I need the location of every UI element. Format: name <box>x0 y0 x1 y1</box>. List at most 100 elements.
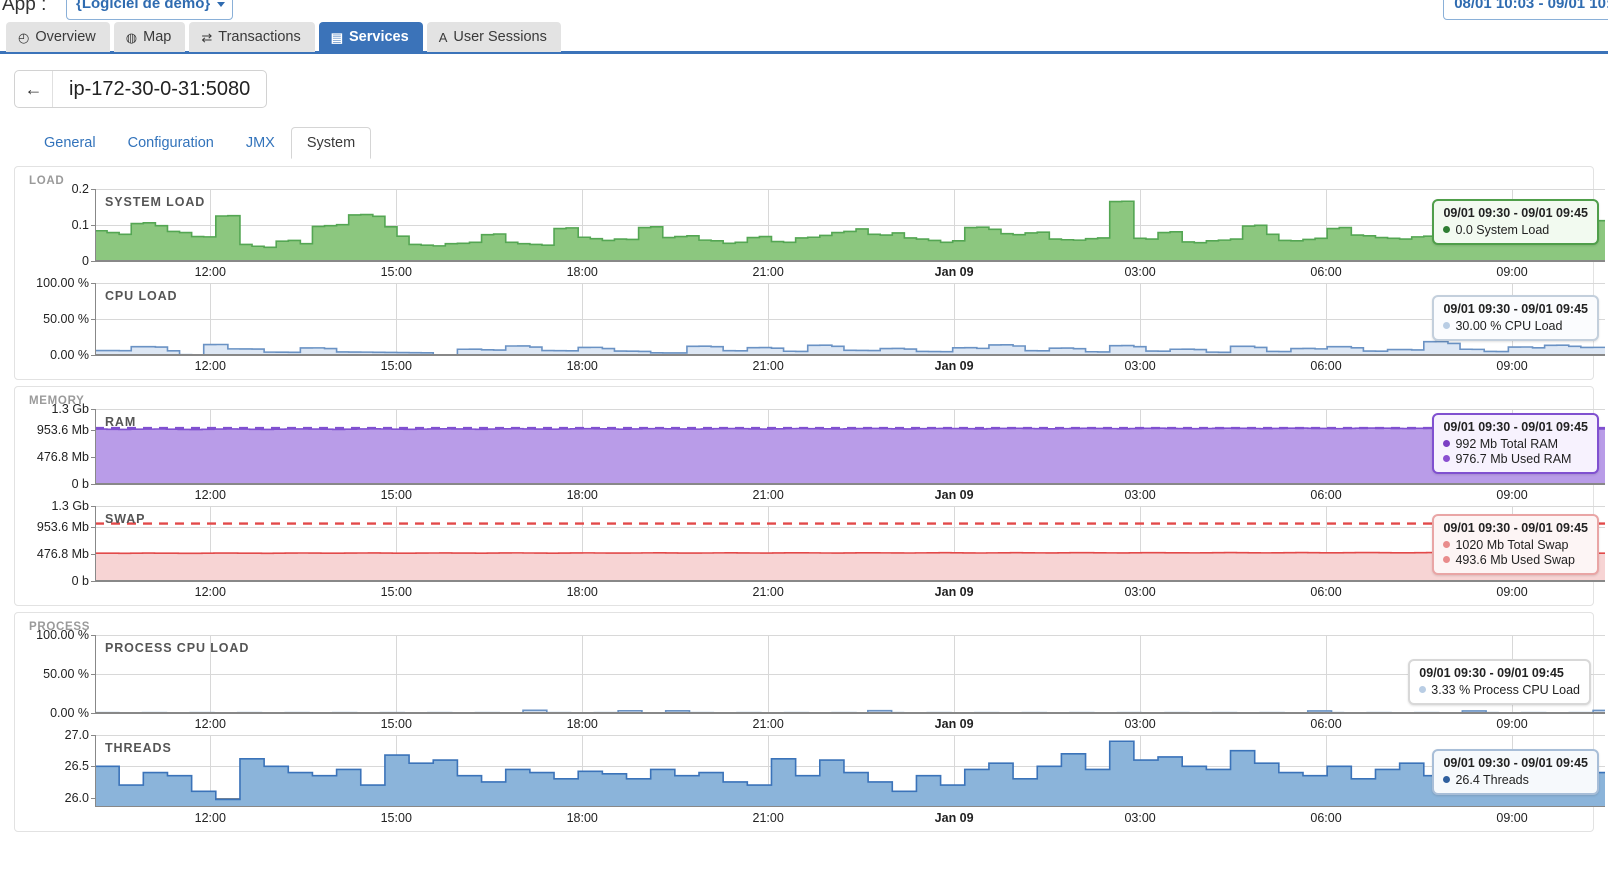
x-axis-tick-label: 21:00 <box>753 488 784 502</box>
legend-dot-icon <box>1443 440 1450 447</box>
legend-dot-icon <box>1443 226 1450 233</box>
chart-plot-area[interactable]: 100.00 %50.00 %0.00 %12:0015:0018:0021:0… <box>95 635 1605 713</box>
chart-plot-area[interactable]: 1.3 Gb953.6 Mb476.8 Mb0 b12:0015:0018:00… <box>95 409 1605 484</box>
date-range-value: 08/01 10:03 - 09/01 10: <box>1454 0 1608 12</box>
y-axis-tick-label: 0.2 <box>72 182 89 196</box>
gridline <box>95 484 1605 485</box>
tooltip-value: 3.33 % Process CPU Load <box>1431 683 1580 697</box>
tooltip-value: 493.6 Mb Used Swap <box>1455 553 1575 567</box>
tooltip-time-range: 09/01 09:30 - 09/01 09:45 <box>1443 756 1588 770</box>
tick-mark <box>91 713 96 714</box>
panel-title: MEMORY <box>15 395 1593 407</box>
chart-tooltip: 09/01 09:30 - 09/01 09:45992 Mb Total RA… <box>1432 413 1599 474</box>
chart-title: THREADS <box>105 741 172 755</box>
nav-tab-map[interactable]: ◍Map <box>114 22 186 52</box>
chart-plot-area[interactable]: 0.20.1012:0015:0018:0021:00Jan 0903:0006… <box>95 189 1605 261</box>
y-axis-tick-label: 1.3 Gb <box>51 499 89 513</box>
y-axis-tick-label: 1.3 Gb <box>51 402 89 416</box>
chart-plot-area[interactable]: 100.00 %50.00 %0.00 %12:0015:0018:0021:0… <box>95 283 1605 355</box>
x-axis-tick-label: 15:00 <box>381 265 412 279</box>
chart-plot-area[interactable]: 27.026.526.012:0015:0018:0021:00Jan 0903… <box>95 735 1605 807</box>
x-axis-tick-label: 09:00 <box>1496 717 1527 731</box>
chart-title: RAM <box>105 415 136 429</box>
chart-series <box>95 189 1605 261</box>
nav-tab-user-sessions[interactable]: AUser Sessions <box>427 22 561 52</box>
user-sessions-icon: A <box>439 23 448 53</box>
chart-tooltip: 09/01 09:30 - 09/01 09:4526.4 Threads <box>1432 749 1599 795</box>
x-axis-tick-label: 06:00 <box>1310 359 1341 373</box>
y-axis-line <box>95 283 96 355</box>
y-axis-tick-label: 476.8 Mb <box>37 450 89 464</box>
chart-process-cpu-load[interactable]: 100.00 %50.00 %0.00 %12:0015:0018:0021:0… <box>15 635 1593 735</box>
tooltip-row: 1020 Mb Total Swap <box>1443 537 1588 552</box>
x-axis-tick-label: Jan 09 <box>935 717 974 731</box>
x-axis-line <box>95 806 1605 807</box>
chart-tooltip: 09/01 09:30 - 09/01 09:450.0 System Load <box>1432 199 1599 245</box>
x-axis-line <box>95 260 1605 261</box>
main-nav-tabs: ◴Overview◍Map⇄Transactions▤ServicesAUser… <box>0 22 1608 54</box>
x-axis-line <box>95 483 1605 484</box>
tooltip-time-range: 09/01 09:30 - 09/01 09:45 <box>1443 302 1588 316</box>
panel-load: LOAD0.20.1012:0015:0018:0021:00Jan 0903:… <box>14 166 1594 380</box>
y-axis-tick-label: 0.1 <box>72 218 89 232</box>
date-range-picker[interactable]: 08/01 10:03 - 09/01 10: <box>1443 0 1608 20</box>
back-button[interactable]: ← <box>15 71 53 107</box>
subtab-jmx[interactable]: JMX <box>230 127 291 159</box>
app-selector-dropdown[interactable]: {Logiciel de demo} <box>66 0 233 20</box>
tooltip-time-range: 09/01 09:30 - 09/01 09:45 <box>1443 420 1588 434</box>
x-axis-tick-label: 03:00 <box>1124 359 1155 373</box>
x-axis-tick-label: 21:00 <box>753 717 784 731</box>
tooltip-row: 0.0 System Load <box>1443 222 1588 237</box>
y-axis-tick-label: 0.00 % <box>50 706 89 720</box>
service-name: ip-172-30-0-31:5080 <box>53 71 266 107</box>
tick-mark <box>91 484 96 485</box>
subtab-general[interactable]: General <box>28 127 112 159</box>
y-axis-tick-label: 100.00 % <box>36 276 89 290</box>
x-axis-tick-label: 15:00 <box>381 717 412 731</box>
x-axis-tick-label: Jan 09 <box>935 811 974 825</box>
chart-threads[interactable]: 27.026.526.012:0015:0018:0021:00Jan 0903… <box>15 735 1593 829</box>
x-axis-tick-label: 21:00 <box>753 359 784 373</box>
y-axis-line <box>95 735 96 807</box>
x-axis-tick-label: 15:00 <box>381 585 412 599</box>
legend-dot-icon <box>1443 556 1450 563</box>
x-axis-tick-label: 09:00 <box>1496 359 1527 373</box>
y-axis-tick-label: 27.0 <box>65 728 89 742</box>
x-axis-tick-label: 06:00 <box>1310 717 1341 731</box>
subtab-system[interactable]: System <box>291 127 371 159</box>
tooltip-row: 3.33 % Process CPU Load <box>1419 682 1580 697</box>
x-axis-tick-label: Jan 09 <box>935 488 974 502</box>
clock-icon: ◴ <box>18 23 29 53</box>
nav-tab-transactions[interactable]: ⇄Transactions <box>189 22 314 52</box>
chevron-down-icon <box>217 2 225 7</box>
service-header: ← ip-172-30-0-31:5080 <box>0 54 1608 108</box>
chart-tooltip: 09/01 09:30 - 09/01 09:453.33 % Process … <box>1408 659 1591 705</box>
gridline <box>95 355 1605 356</box>
app-selector-value: {Logiciel de demo} <box>76 0 210 12</box>
panel-title: PROCESS <box>15 621 1593 633</box>
chart-series <box>95 506 1605 581</box>
x-axis-tick-label: 09:00 <box>1496 488 1527 502</box>
nav-tab-services[interactable]: ▤Services <box>319 22 423 52</box>
y-axis-line <box>95 409 96 484</box>
globe-icon: ◍ <box>126 23 137 53</box>
x-axis-tick-label: Jan 09 <box>935 585 974 599</box>
x-axis-tick-label: 09:00 <box>1496 265 1527 279</box>
chart-system-load[interactable]: 0.20.1012:0015:0018:0021:00Jan 0903:0006… <box>15 189 1593 283</box>
chart-title: SYSTEM LOAD <box>105 195 205 209</box>
chart-ram[interactable]: 1.3 Gb953.6 Mb476.8 Mb0 b12:0015:0018:00… <box>15 409 1593 506</box>
x-axis-tick-label: 03:00 <box>1124 811 1155 825</box>
chart-cpu-load[interactable]: 100.00 %50.00 %0.00 %12:0015:0018:0021:0… <box>15 283 1593 377</box>
nav-tab-overview[interactable]: ◴Overview <box>6 22 110 52</box>
chart-plot-area[interactable]: 1.3 Gb953.6 Mb476.8 Mb0 b12:0015:0018:00… <box>95 506 1605 581</box>
y-axis-tick-label: 0 b <box>72 477 89 491</box>
y-axis-tick-label: 100.00 % <box>36 628 89 642</box>
chart-swap[interactable]: 1.3 Gb953.6 Mb476.8 Mb0 b12:0015:0018:00… <box>15 506 1593 603</box>
x-axis-tick-label: Jan 09 <box>935 359 974 373</box>
tooltip-value: 30.00 % CPU Load <box>1455 319 1562 333</box>
subtab-configuration[interactable]: Configuration <box>112 127 230 159</box>
y-axis-line <box>95 189 96 261</box>
service-subtabs: GeneralConfigurationJMXSystem <box>28 126 1608 160</box>
app-label: App : <box>2 0 46 16</box>
y-axis-line <box>95 506 96 581</box>
